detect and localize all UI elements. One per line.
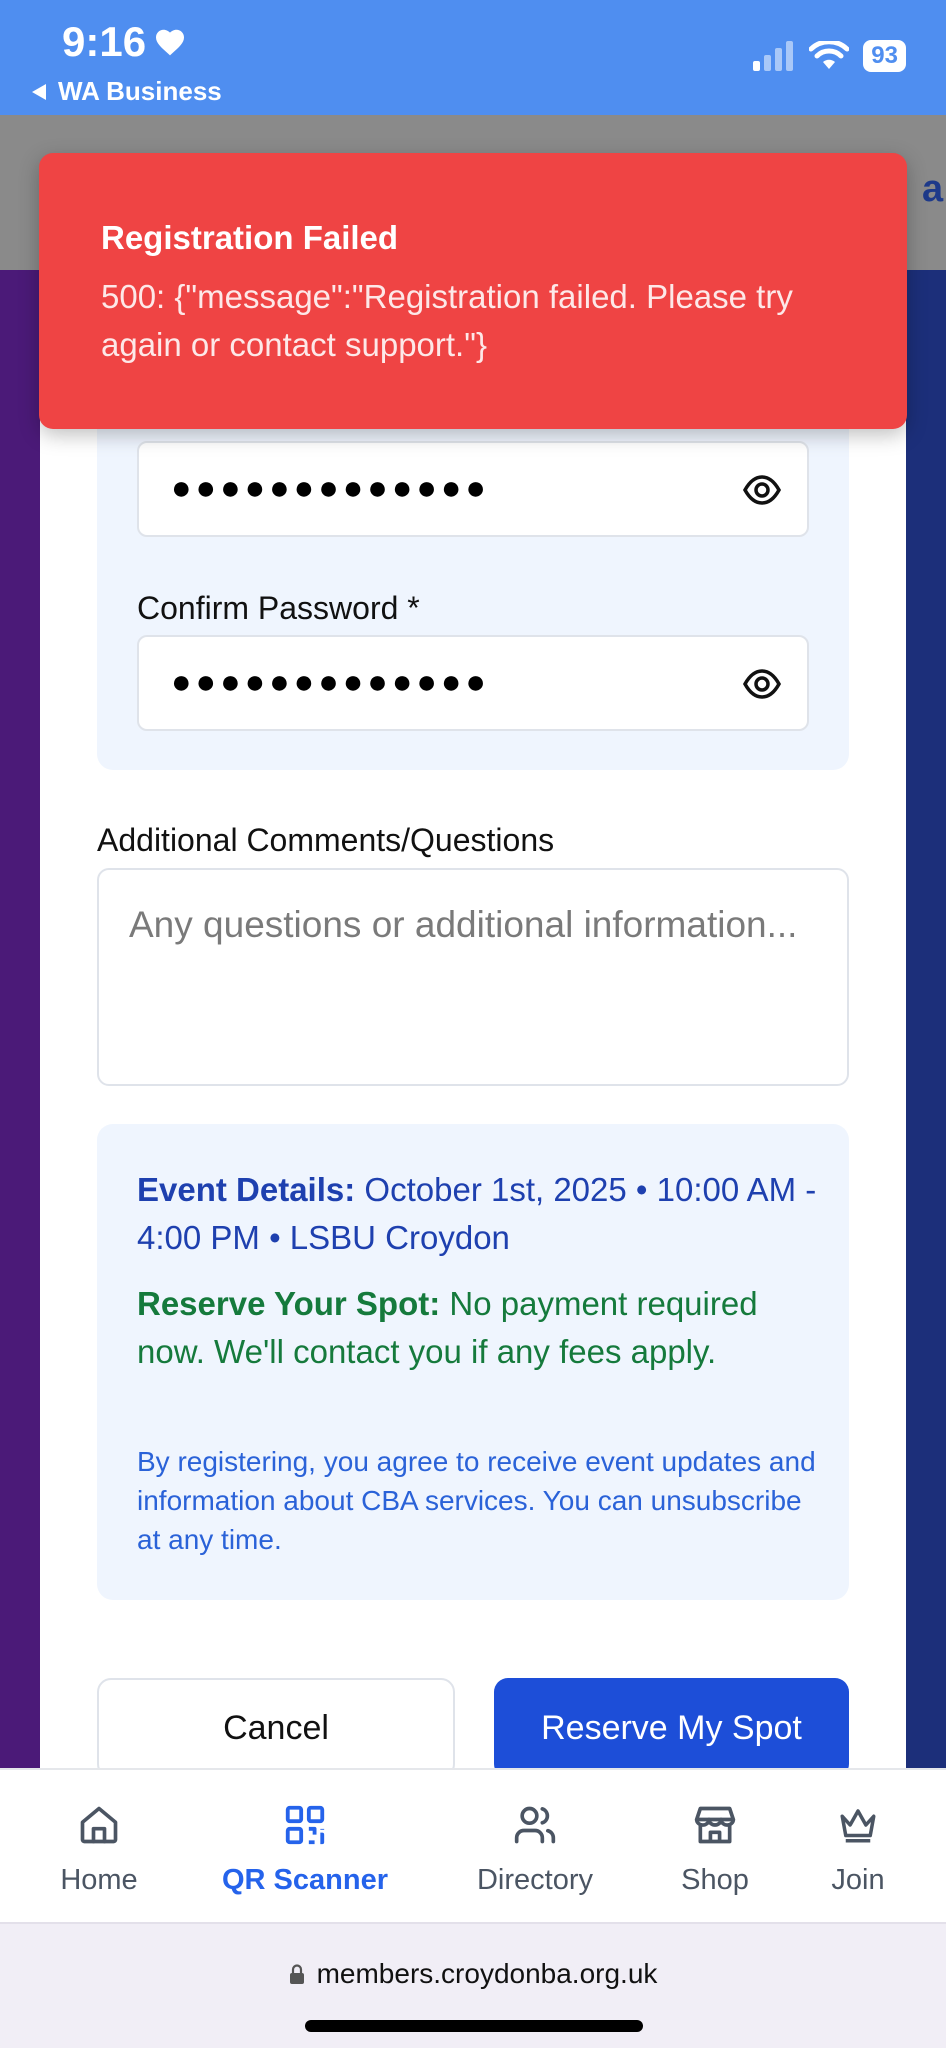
error-toast[interactable]: Registration Failed 500: {"message":"Reg… [39,153,907,429]
tab-shop-label: Shop [681,1864,749,1896]
event-details-heading: Event Details: [137,1171,356,1208]
comments-placeholder: Any questions or additional information.… [129,904,798,945]
home-indicator[interactable] [305,2020,643,2032]
wifi-icon [809,41,850,69]
background-left-edge [0,270,40,1770]
reserve-heading: Reserve Your Spot: [137,1285,441,1322]
show-password-icon[interactable] [743,473,781,507]
confirm-password-field[interactable]: ●●●●●●●●●●●●● [137,635,809,731]
background-right-edge [906,270,946,1770]
back-triangle-icon [32,83,46,100]
reserve-note-text: Reserve Your Spot: No payment required n… [137,1280,819,1376]
tab-home-label: Home [60,1864,138,1896]
url-text: members.croydonba.org.uk [316,1958,658,1989]
qr-code-icon [285,1805,325,1845]
url-display[interactable]: members.croydonba.org.uk [0,1958,946,1990]
tab-join-label: Join [831,1864,885,1896]
tab-shop[interactable]: Shop [665,1770,765,1924]
time-text: 9:16 [62,18,147,65]
show-confirm-password-icon[interactable] [743,667,781,701]
tab-qr-scanner[interactable]: QR Scanner [205,1770,405,1924]
crown-icon [840,1809,876,1843]
store-icon [694,1806,736,1844]
bottom-tab-bar: Home QR Scanner Directory Shop Join [0,1768,946,1922]
back-to-app-button[interactable]: WA Business [30,76,222,107]
header-peek-text: a [922,168,944,210]
cancel-button[interactable]: Cancel [97,1678,455,1778]
password-value: ●●●●●●●●●●●●● [171,469,490,507]
lock-icon [289,1964,304,1984]
tab-directory[interactable]: Directory [455,1770,615,1924]
toast-message: 500: {"message":"Registration failed. Pl… [101,278,793,363]
tab-home[interactable]: Home [38,1770,160,1924]
browser-url-bar[interactable]: members.croydonba.org.uk [0,1922,946,2048]
tab-join[interactable]: Join [808,1770,908,1924]
home-icon [80,1806,118,1844]
back-app-label: WA Business [58,76,222,106]
confirm-password-label: Confirm Password * [137,590,420,626]
confirm-password-value: ●●●●●●●●●●●●● [171,663,490,701]
battery-level: 93 [863,40,906,72]
password-field[interactable]: ●●●●●●●●●●●●● [137,441,809,537]
status-indicators: 93 [753,40,906,72]
users-icon [514,1806,556,1844]
event-info-box: Event Details: October 1st, 2025 • 10:00… [97,1124,849,1600]
comments-textarea[interactable]: Any questions or additional information.… [97,868,849,1086]
status-bar: 9:16 WA Business 93 [0,0,946,115]
heart-icon [156,29,185,56]
tab-qr-scanner-label: QR Scanner [222,1864,388,1896]
event-details-text: Event Details: October 1st, 2025 • 10:00… [137,1166,819,1262]
cellular-signal-icon [753,41,794,71]
tab-directory-label: Directory [476,1864,593,1896]
comments-label: Additional Comments/Questions [97,822,555,858]
status-time: 9:16 [62,18,186,66]
toast-title: Registration Failed [101,219,399,256]
consent-text: By registering, you agree to receive eve… [137,1446,816,1555]
reserve-spot-button[interactable]: Reserve My Spot [494,1678,849,1778]
